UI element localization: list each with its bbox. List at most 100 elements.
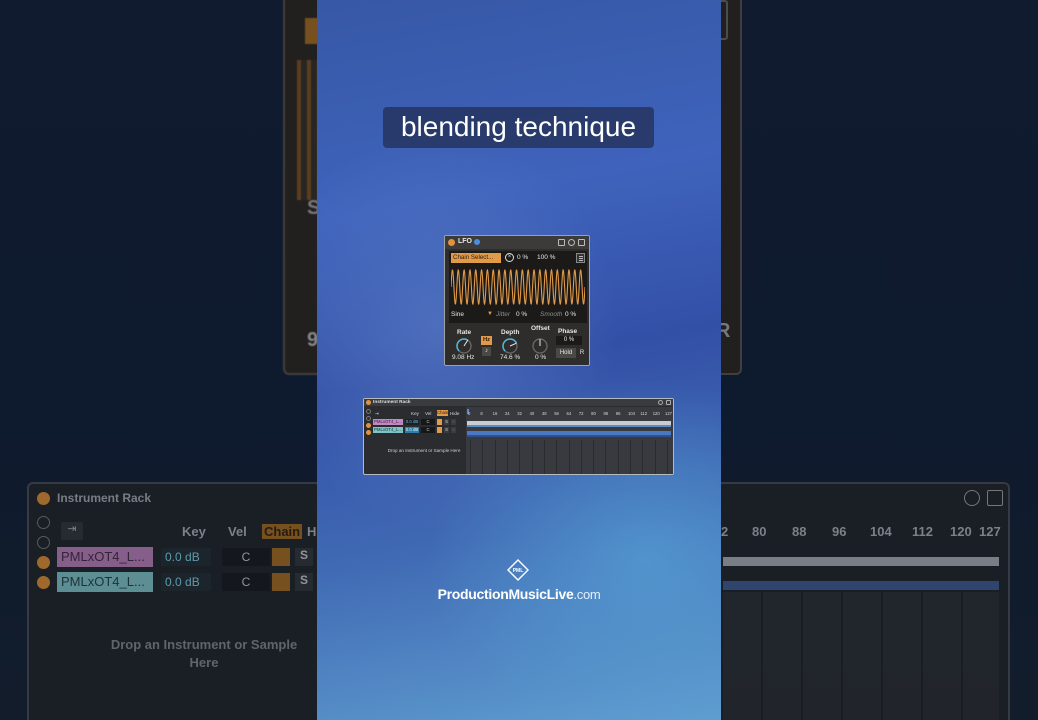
lfo-map-target-button[interactable]: Chain Select... xyxy=(451,253,501,263)
lfo-rate-hz-button[interactable]: Hz xyxy=(481,336,492,345)
background-rack-ruler-num: 120 xyxy=(950,524,972,539)
rack-chain-2-name[interactable]: PMLxOT4_L... xyxy=(373,427,403,433)
background-rack-zone-grid xyxy=(723,592,999,720)
background-rack-side-dot xyxy=(37,516,50,529)
lfo-jitter-value[interactable]: 0 % xyxy=(516,311,527,318)
background-rack-pan-1: C xyxy=(222,548,270,566)
lfo-device: LFO Chain Select... × 0 % 100 % Sine ▼ J… xyxy=(444,235,590,366)
rack-title-bar: Instrument Rack xyxy=(364,399,673,406)
rack-chain-list-toggle-icon[interactable] xyxy=(366,416,371,421)
rack-chain-1-speaker-icon[interactable] xyxy=(437,419,442,425)
lfo-waveform xyxy=(451,268,585,306)
lfo-hold-button[interactable]: Hold xyxy=(556,348,576,358)
background-rack-ruler-num: 96 xyxy=(832,524,847,539)
pml-logo-mark-text: PML xyxy=(513,568,524,574)
rack-chain-2-speaker-icon[interactable] xyxy=(437,427,442,433)
rack-chain-2-solo[interactable]: S xyxy=(444,427,449,433)
lfo-retrigger-button[interactable]: R xyxy=(578,348,586,358)
rack-zone-ruler-number: 104 xyxy=(628,411,636,416)
lfo-smooth-value[interactable]: 0 % xyxy=(565,311,576,318)
lfo-shape-dropdown-icon[interactable]: ▼ xyxy=(487,311,493,317)
rack-chain-2-hotswap-icon[interactable]: ◌ xyxy=(451,427,456,433)
background-lfo-chain-tile xyxy=(305,18,317,44)
lfo-title-bar: LFO xyxy=(445,236,589,249)
lfo-jitter-label: Jitter xyxy=(496,311,511,318)
lfo-phase-label: Phase xyxy=(558,328,578,335)
rack-chain-2-volume[interactable]: 0.0 dB xyxy=(405,427,419,433)
background-rack-solo-1: S xyxy=(295,548,313,566)
rack-zone-ruler-number: 80 xyxy=(591,411,596,416)
rack-chain-1-pan[interactable]: C xyxy=(421,419,435,425)
lfo-max-amount[interactable]: 100 % xyxy=(537,254,555,261)
rack-col-chain[interactable]: Chain xyxy=(437,410,448,416)
rack-power-icon[interactable] xyxy=(366,400,371,405)
rack-col-key[interactable]: Key xyxy=(411,411,419,416)
background-lfo-label-retrigger: R xyxy=(721,320,731,342)
rack-chain-1-volume[interactable]: 0.0 dB xyxy=(405,419,419,425)
rack-zone-grid-line xyxy=(470,440,471,474)
lfo-unmap-close-icon[interactable]: × xyxy=(505,253,514,262)
rack-zone-grid-line xyxy=(482,440,484,474)
rack-zone-grid-line xyxy=(568,440,570,474)
rack-chain-1-hotswap-icon[interactable]: ◌ xyxy=(451,419,456,425)
lfo-hotswap-icon[interactable] xyxy=(568,239,575,246)
rack-zone-ruler-number: 88 xyxy=(603,411,609,416)
rack-chain-1-name[interactable]: PMLxOT4_L... xyxy=(373,419,403,425)
lfo-depth-value: 74.6 % xyxy=(500,354,521,361)
video-frame: blending technique LFO Chain Select... ×… xyxy=(317,0,721,720)
lfo-smooth-label: Smooth xyxy=(540,311,563,318)
lfo-min-amount[interactable]: 0 % xyxy=(517,254,528,261)
background-rack-pan-2: C xyxy=(222,573,270,591)
lfo-depth-knob[interactable] xyxy=(501,337,519,355)
rack-col-hide[interactable]: Hide xyxy=(450,411,459,416)
background-rack-speaker-icon xyxy=(272,548,290,566)
lfo-fold-icon[interactable] xyxy=(558,239,565,246)
rack-zone-grid-line xyxy=(543,440,545,474)
lfo-rate-sync-note-icon[interactable]: ♪ xyxy=(482,347,491,356)
rack-drop-hint[interactable]: Drop an Instrument or Sample Here xyxy=(384,448,464,454)
lfo-save-icon[interactable] xyxy=(578,239,585,246)
rack-zone-grid-line xyxy=(667,440,668,474)
rack-save-icon[interactable] xyxy=(666,400,671,405)
background-lfo-label-shape: S xyxy=(307,197,317,219)
instrument-rack-device: Instrument Rack ⇥ Key Vel Chain Hide PML… xyxy=(363,398,674,475)
rack-chain-toggle-icon[interactable] xyxy=(366,423,371,428)
background-rack-side-dot xyxy=(37,536,50,549)
background-rack-speaker-icon xyxy=(272,573,290,591)
rack-devices-toggle-icon[interactable] xyxy=(366,430,371,435)
background-rack-chain-1: PMLxOT4_L... xyxy=(57,547,153,567)
pml-domain: .com xyxy=(573,587,601,602)
caption-text: blending technique xyxy=(383,107,654,148)
background-rack-volume-2: 0.0 dB xyxy=(161,573,211,591)
background-lfo-device: S 9 xyxy=(283,0,317,375)
lfo-power-icon[interactable] xyxy=(448,239,455,246)
lfo-shape-select[interactable]: Sine xyxy=(451,311,464,318)
rack-zone-fade-chain-2[interactable] xyxy=(467,435,671,437)
pml-logo-wordmark: ProductionMusicLive.com xyxy=(317,586,721,602)
rack-zone-fade-chain-1[interactable] xyxy=(467,425,671,427)
rack-chain-zone-editor[interactable]: 0 8 16 24 32 40 48 56 64 72 80 88 96 104 112 120 127 xyxy=(466,407,673,474)
rack-macro-toggle-icon[interactable] xyxy=(366,409,371,414)
lfo-offset-value: 0 % xyxy=(535,354,547,361)
background-rack-col-vel: Vel xyxy=(228,524,247,539)
lfo-display: Chain Select... × 0 % 100 % Sine ▼ Jitte… xyxy=(449,251,587,323)
rack-hotswap-icon[interactable] xyxy=(658,400,663,405)
rack-zone-ruler-number: 48 xyxy=(541,411,547,416)
rack-col-vel[interactable]: Vel xyxy=(425,411,431,416)
lfo-rate-label: Rate xyxy=(457,329,472,336)
rack-zone-grid-line xyxy=(593,440,595,474)
lfo-map-list-icon[interactable] xyxy=(576,253,585,263)
rack-auto-select-icon[interactable]: ⇥ xyxy=(375,411,379,417)
rack-zone-grid-line xyxy=(580,440,582,474)
lfo-phase-value[interactable]: 0 % xyxy=(556,336,582,345)
lfo-mapped-indicator-icon xyxy=(474,239,480,245)
background-lfo-label-rate: 9 xyxy=(307,329,317,351)
rack-chain-1-solo[interactable]: S xyxy=(444,419,449,425)
background-rack-ruler-num: 2 xyxy=(721,524,729,539)
rack-zone-ruler-number: 120 xyxy=(652,411,660,416)
rack-chain-2-pan[interactable]: C xyxy=(421,427,435,433)
background-rack-ruler-num: 104 xyxy=(870,524,892,539)
lfo-rate-knob[interactable] xyxy=(455,337,473,355)
background-lfo-device-right: R xyxy=(721,0,742,375)
lfo-offset-knob[interactable] xyxy=(531,337,549,355)
